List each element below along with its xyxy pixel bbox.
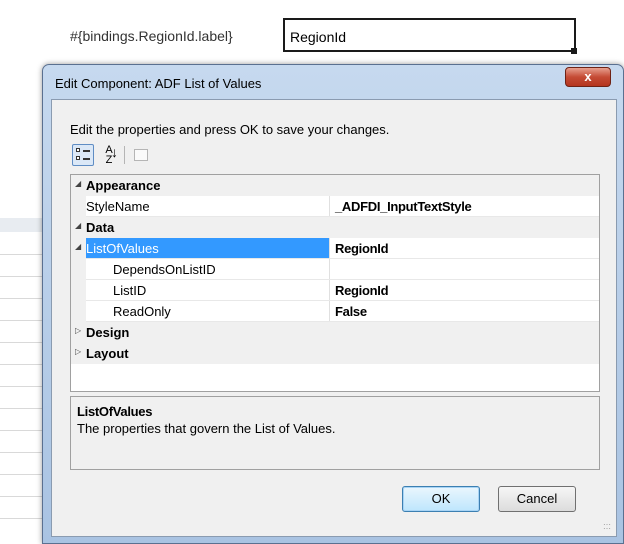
description-panel: ListOfValues The properties that govern … xyxy=(70,396,600,470)
property-name: ListOfValues xyxy=(86,241,159,256)
property-row-dependsonlistid[interactable]: DependsOnListID xyxy=(71,259,599,280)
property-name: DependsOnListID xyxy=(113,262,216,277)
category-label: Layout xyxy=(86,346,129,361)
property-pages-icon xyxy=(134,149,148,161)
instruction-text: Edit the properties and press OK to save… xyxy=(70,122,390,137)
collapse-icon[interactable]: ◢ xyxy=(75,179,81,188)
collapse-icon[interactable]: ◢ xyxy=(75,242,81,251)
category-label: Appearance xyxy=(86,178,161,193)
close-icon: x xyxy=(584,69,592,84)
property-value[interactable]: RegionId xyxy=(329,238,599,259)
category-design[interactable]: ▷ Design xyxy=(71,322,599,343)
property-row-stylename[interactable]: StyleName _ADFDI_InputTextStyle xyxy=(71,196,599,217)
property-value[interactable]: _ADFDI_InputTextStyle xyxy=(329,196,599,217)
category-label: Data xyxy=(86,220,115,235)
property-value[interactable] xyxy=(329,259,599,280)
categorized-view-button[interactable] xyxy=(72,144,94,166)
property-pages-button[interactable] xyxy=(130,144,152,166)
property-row-listid[interactable]: ListID RegionId xyxy=(71,280,599,301)
toolbar-separator xyxy=(124,146,125,164)
expand-icon[interactable]: ▷ xyxy=(75,347,81,356)
expand-icon[interactable]: ▷ xyxy=(75,326,81,335)
property-name: ListID xyxy=(113,283,147,298)
category-label: Design xyxy=(86,325,130,340)
cancel-button[interactable]: Cancel xyxy=(498,486,576,512)
category-layout[interactable]: ▷ Layout xyxy=(71,343,599,364)
property-value[interactable]: False xyxy=(329,301,599,322)
ok-button[interactable]: OK xyxy=(402,486,480,512)
resize-grip-icon[interactable]: ⋯ ⋯ xyxy=(603,521,613,533)
property-grid: ◢ Appearance StyleName _ADFDI_InputTextS… xyxy=(70,174,600,392)
dialog-body: Edit the properties and press OK to save… xyxy=(51,99,617,537)
alphabetical-view-button[interactable]: A Z ↓ xyxy=(98,144,120,166)
collapse-icon[interactable]: ◢ xyxy=(75,221,81,230)
edit-component-dialog: Edit Component: ADF List of Values x Edi… xyxy=(42,64,624,544)
description-text: The properties that govern the List of V… xyxy=(77,421,336,436)
property-value[interactable]: RegionId xyxy=(329,280,599,301)
property-row-readonly[interactable]: ReadOnly False xyxy=(71,301,599,322)
dialog-title: Edit Component: ADF List of Values xyxy=(55,76,262,91)
description-title: ListOfValues xyxy=(77,404,153,419)
alphabetical-sort-icon: A Z ↓ xyxy=(105,144,118,166)
binding-label: #{bindings.RegionId.label} xyxy=(70,28,233,44)
region-id-cell[interactable]: RegionId xyxy=(283,18,576,52)
category-appearance[interactable]: ◢ Appearance xyxy=(71,175,599,196)
dialog-titlebar[interactable]: Edit Component: ADF List of Values x xyxy=(43,65,623,99)
property-row-listofvalues[interactable]: ◢ ListOfValues RegionId xyxy=(71,238,599,259)
cell-fill-handle[interactable] xyxy=(571,48,577,54)
close-button[interactable]: x xyxy=(565,67,611,87)
property-name: ReadOnly xyxy=(113,304,171,319)
category-data[interactable]: ◢ Data xyxy=(71,217,599,238)
property-name: StyleName xyxy=(86,199,150,214)
